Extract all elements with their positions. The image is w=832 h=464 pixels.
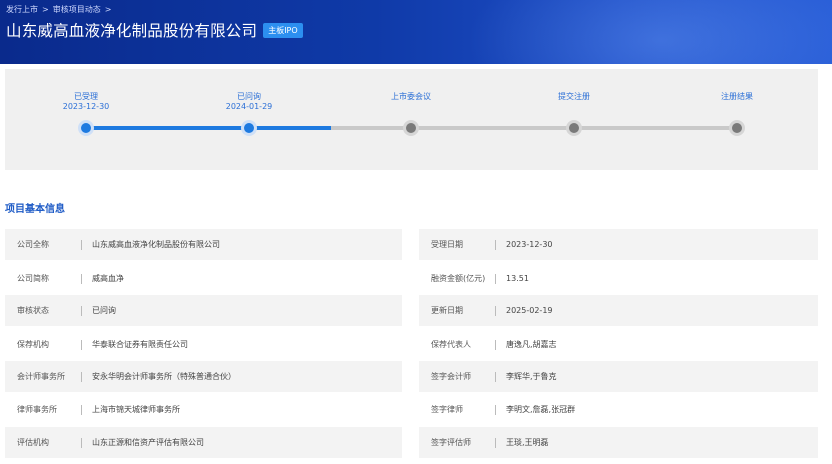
step-label-inquiry: 已问询 [237, 92, 261, 101]
section-title: 项目基本信息 [5, 204, 65, 215]
info-row-accept-date: 受理日期 2023-12-30 [419, 229, 818, 260]
info-value: 安永华明会计师事务所（特殊普通合伙） [92, 372, 236, 381]
banner-glow [452, 0, 832, 64]
step-label-accepted: 已受理 [74, 92, 98, 101]
breadcrumb-item-review[interactable]: 审核项目动态 [53, 4, 101, 15]
info-value: 2025-02-19 [506, 306, 553, 315]
info-row-appraisal-firm: 评估机构 山东正源和信资产评估有限公司 [5, 427, 402, 458]
step-node-inquiry[interactable] [241, 120, 257, 136]
chevron-right-icon: > [42, 5, 49, 14]
info-value: 李辉华,于鲁克 [506, 372, 557, 381]
info-row-signing-lawyers: 签字律师 李明文,詹磊,张冠群 [419, 394, 818, 425]
info-label: 更新日期 [431, 306, 463, 315]
page-title: 山东威高血液净化制品股份有限公司 [6, 22, 258, 40]
info-row-law-firm: 律师事务所 上海市锦天城律师事务所 [5, 394, 402, 425]
step-label-registration: 提交注册 [558, 92, 590, 101]
chevron-right-icon: > [104, 5, 112, 14]
info-row-review-status: 审核状态 已问询 [5, 295, 402, 326]
info-value: 山东威高血液净化制品股份有限公司 [92, 240, 220, 249]
step-date-inquiry: 2024-01-29 [225, 102, 273, 111]
info-row-short-name: 公司简称 威高血净 [5, 263, 402, 294]
progress-track-fill [86, 126, 331, 130]
step-node-result[interactable] [729, 120, 745, 136]
info-row-company-name: 公司全称 山东威高血液净化制品股份有限公司 [5, 229, 402, 260]
step-date-accepted: 2023-12-30 [62, 102, 110, 111]
info-value: 王琰,王明磊 [506, 438, 549, 447]
info-label: 审核状态 [17, 306, 49, 315]
info-value: 上海市锦天城律师事务所 [92, 405, 180, 414]
info-row-financing-amount: 融资金额(亿元) 13.51 [419, 263, 818, 294]
step-label-committee: 上市委会议 [391, 92, 431, 101]
header-banner: 发行上市 > 审核项目动态 > 山东威高血液净化制品股份有限公司 主板IPO [0, 0, 832, 64]
info-label: 受理日期 [431, 240, 463, 249]
title-row: 山东威高血液净化制品股份有限公司 主板IPO [6, 19, 303, 41]
breadcrumb-item-issuance[interactable]: 发行上市 [6, 4, 38, 15]
info-label: 签字会计师 [431, 372, 471, 381]
info-row-sponsor-reps: 保荐代表人 唐逸凡,胡嘉志 [419, 329, 818, 360]
info-label: 签字评估师 [431, 438, 471, 447]
breadcrumb: 发行上市 > 审核项目动态 > [6, 4, 111, 15]
info-label: 公司简称 [17, 274, 49, 283]
info-value: 华泰联合证券有限责任公司 [92, 340, 188, 349]
info-value: 13.51 [506, 274, 529, 283]
board-badge: 主板IPO [263, 22, 303, 38]
info-row-sponsor: 保荐机构 华泰联合证券有限责任公司 [5, 329, 402, 360]
info-label: 保荐机构 [17, 340, 49, 349]
info-value: 唐逸凡,胡嘉志 [506, 340, 557, 349]
step-node-committee[interactable] [403, 120, 419, 136]
info-value: 2023-12-30 [506, 240, 553, 249]
info-value: 山东正源和信资产评估有限公司 [92, 438, 204, 447]
step-node-accepted[interactable] [78, 120, 94, 136]
info-label: 融资金额(亿元) [431, 274, 486, 283]
info-value: 威高血净 [92, 274, 124, 283]
info-row-update-date: 更新日期 2025-02-19 [419, 295, 818, 326]
info-label: 签字律师 [431, 405, 463, 414]
info-label: 评估机构 [17, 438, 49, 447]
info-row-signing-appraisers: 签字评估师 王琰,王明磊 [419, 427, 818, 458]
info-label: 律师事务所 [17, 405, 57, 414]
info-label: 会计师事务所 [17, 372, 65, 381]
info-label: 保荐代表人 [431, 340, 471, 349]
info-row-signing-accountants: 签字会计师 李辉华,于鲁克 [419, 361, 818, 392]
step-label-result: 注册结果 [721, 92, 753, 101]
info-row-accounting-firm: 会计师事务所 安永华明会计师事务所（特殊普通合伙） [5, 361, 402, 392]
info-value: 李明文,詹磊,张冠群 [506, 405, 576, 414]
info-label: 公司全称 [17, 240, 49, 249]
info-value: 已问询 [92, 306, 116, 315]
step-node-registration[interactable] [566, 120, 582, 136]
